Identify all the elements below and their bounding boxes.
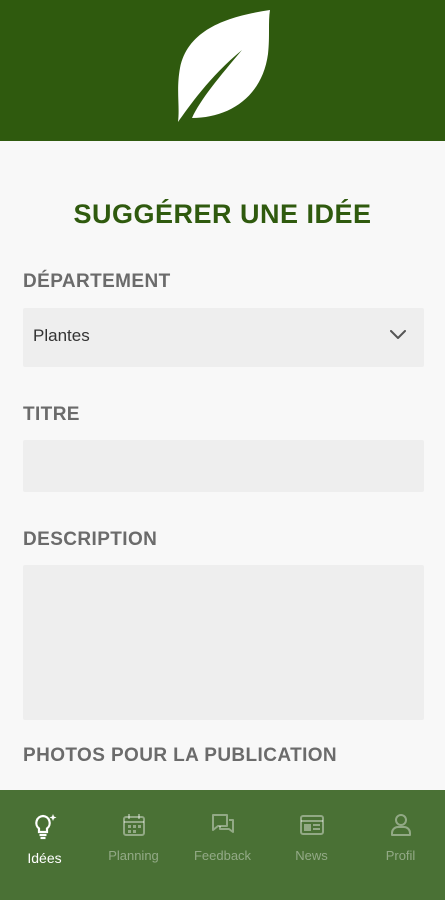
calendar-icon [122, 814, 145, 836]
nav-label-idees: Idées [27, 850, 62, 866]
app-header [0, 0, 445, 141]
photos-label: PHOTOS POUR LA PUBLICATION [23, 745, 338, 766]
nav-label-planning: Planning [108, 848, 159, 863]
nav-item-news[interactable]: News [267, 812, 356, 863]
nav-label-news: News [295, 848, 328, 863]
nav-item-feedback[interactable]: Feedback [178, 812, 267, 863]
department-value: Plantes [33, 326, 90, 345]
page-title: SUGGÉRER UNE IDÉE [73, 199, 372, 229]
titre-label: TITRE [23, 404, 80, 425]
nav-label-feedback: Feedback [193, 848, 252, 863]
chevron-down-icon [390, 330, 406, 339]
newspaper-icon [299, 815, 324, 835]
titre-input[interactable] [23, 440, 424, 492]
nav-item-profil[interactable]: Profil [356, 812, 445, 863]
lightbulb-icon [34, 814, 56, 840]
department-select[interactable]: Plantes [23, 308, 424, 367]
person-icon [390, 814, 411, 836]
bottom-navigation: Idées Planning Feedback News Profil [0, 790, 445, 900]
nav-item-planning[interactable]: Planning [89, 812, 178, 863]
leaf-icon [178, 10, 270, 122]
nav-item-idees[interactable]: Idées [0, 812, 89, 866]
department-label: DÉPARTEMENT [23, 271, 171, 292]
chat-bubbles-icon [211, 814, 234, 833]
description-label: DESCRIPTION [23, 529, 158, 550]
nav-label-profil: Profil [385, 848, 416, 863]
description-textarea[interactable] [23, 565, 424, 720]
